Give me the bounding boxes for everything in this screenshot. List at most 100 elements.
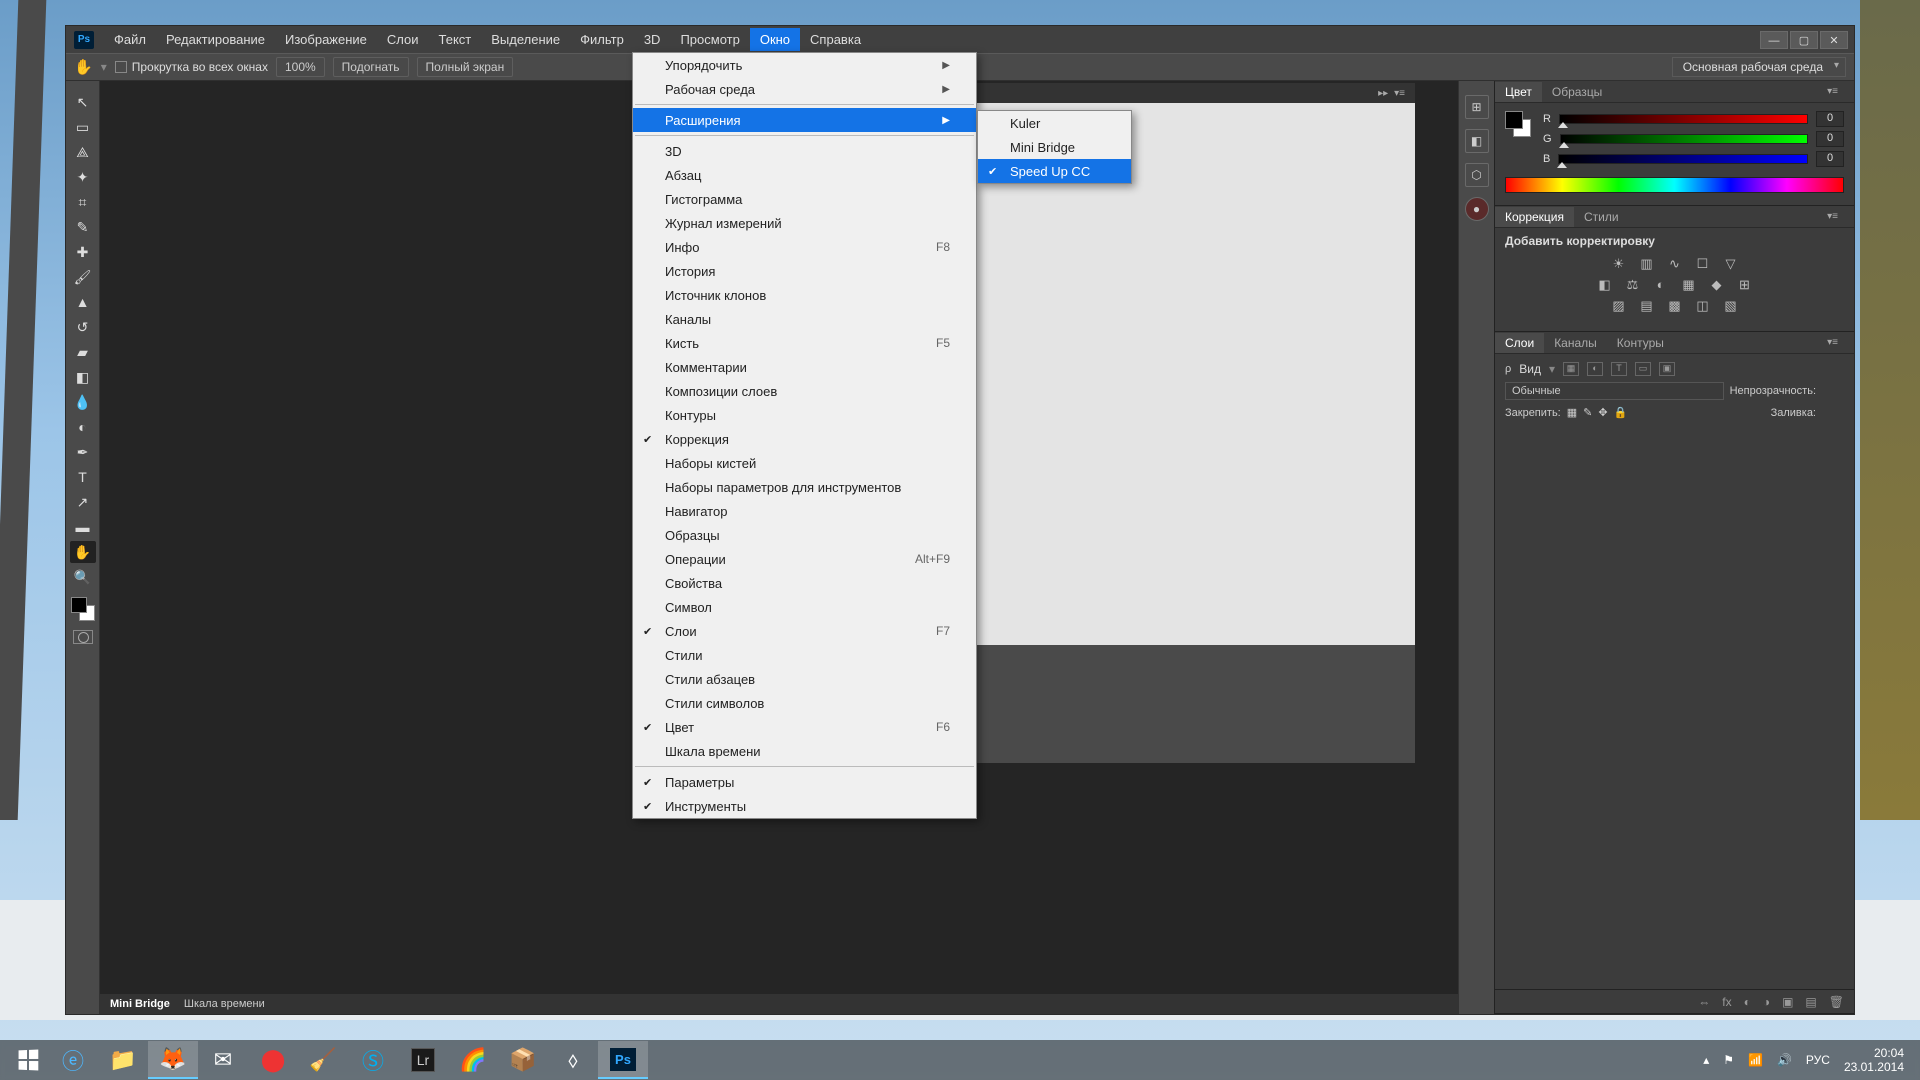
menuitem-Расширения[interactable]: Расширения▶: [633, 108, 976, 132]
adj-vibrance-icon[interactable]: ▽: [1722, 256, 1740, 272]
menuitem-Коррекция[interactable]: Коррекция: [633, 427, 976, 451]
tab-styles[interactable]: Стили: [1574, 207, 1629, 227]
filter-type-icon[interactable]: T: [1611, 362, 1627, 376]
menu-изображение[interactable]: Изображение: [275, 28, 377, 51]
menuitem-Наборы параметров для инструментов[interactable]: Наборы параметров для инструментов: [633, 475, 976, 499]
r-slider[interactable]: [1559, 114, 1808, 124]
r-value[interactable]: 0: [1816, 111, 1844, 127]
type-tool[interactable]: T: [70, 466, 96, 488]
panel-menu-icon[interactable]: ▾≡: [1817, 334, 1848, 351]
menuitem-Комментарии[interactable]: Комментарии: [633, 355, 976, 379]
fit-button[interactable]: Подогнать: [333, 57, 409, 77]
rail-icon-3[interactable]: ⬡: [1465, 163, 1489, 187]
filter-pixel-icon[interactable]: ▦: [1563, 362, 1579, 376]
zoom-tool[interactable]: 🔍: [70, 566, 96, 588]
scroll-all-checkbox[interactable]: Прокрутка во всех окнах: [115, 60, 268, 74]
thunderbird-icon[interactable]: ✉: [198, 1041, 248, 1079]
menuitem-Кисть[interactable]: КистьF5: [633, 331, 976, 355]
menu-просмотр[interactable]: Просмотр: [670, 28, 749, 51]
filter-smart-icon[interactable]: ▣: [1659, 362, 1675, 376]
minimize-button[interactable]: —: [1760, 31, 1788, 49]
move-tool[interactable]: ↖: [70, 91, 96, 113]
ccleaner-icon[interactable]: 🧹: [298, 1041, 348, 1079]
eyedropper-tool[interactable]: ✎: [70, 216, 96, 238]
hue-ramp[interactable]: [1505, 177, 1844, 193]
menu-фильтр[interactable]: Фильтр: [570, 28, 634, 51]
menuitem-Цвет[interactable]: ЦветF6: [633, 715, 976, 739]
shape-tool[interactable]: ▬: [70, 516, 96, 538]
nero-icon[interactable]: ⬤: [248, 1041, 298, 1079]
flag-icon[interactable]: ⚑: [1723, 1053, 1734, 1067]
eraser-tool[interactable]: ▰: [70, 341, 96, 363]
panel-menu-icon[interactable]: ▾≡: [1394, 88, 1405, 99]
menu-окно[interactable]: Окно: [750, 28, 800, 51]
menuitem-Наборы кистей[interactable]: Наборы кистей: [633, 451, 976, 475]
menuitem-Гистограмма[interactable]: Гистограмма: [633, 187, 976, 211]
adj-curves-icon[interactable]: ∿: [1666, 256, 1684, 272]
menuitem-Символ[interactable]: Символ: [633, 595, 976, 619]
menuitem-Свойства[interactable]: Свойства: [633, 571, 976, 595]
menuitem-Упорядочить[interactable]: Упорядочить▶: [633, 53, 976, 77]
ie-icon[interactable]: ⓔ: [48, 1041, 98, 1079]
menuitem-Навигатор[interactable]: Навигатор: [633, 499, 976, 523]
g-value[interactable]: 0: [1816, 131, 1844, 147]
menuitem-История[interactable]: История: [633, 259, 976, 283]
menu-слои[interactable]: Слои: [377, 28, 429, 51]
filter-shape-icon[interactable]: ▭: [1635, 362, 1651, 376]
tab-minibridge[interactable]: Mini Bridge: [110, 998, 170, 1010]
panel-menu-icon[interactable]: ▾≡: [1817, 208, 1848, 225]
tray-up-icon[interactable]: ▴: [1703, 1053, 1709, 1067]
menuitem-Контуры[interactable]: Контуры: [633, 403, 976, 427]
lock-pixels-icon[interactable]: ▦: [1567, 406, 1577, 419]
menuitem-Композиции слоев[interactable]: Композиции слоев: [633, 379, 976, 403]
adj-poster-icon[interactable]: ▤: [1638, 298, 1656, 314]
firefox-icon[interactable]: 🦊: [148, 1041, 198, 1079]
network-icon[interactable]: 📶: [1748, 1053, 1763, 1067]
adj-thresh-icon[interactable]: ▩: [1666, 298, 1684, 314]
submenu-Speed Up CC[interactable]: Speed Up CC: [978, 159, 1131, 183]
g-slider[interactable]: [1560, 134, 1808, 144]
lock-position-icon[interactable]: ✥: [1598, 406, 1607, 419]
lock-paint-icon[interactable]: ✎: [1583, 406, 1592, 419]
adj-hue-icon[interactable]: ◧: [1596, 277, 1614, 293]
adj-invert-icon[interactable]: ▨: [1610, 298, 1628, 314]
blur-tool[interactable]: 💧: [70, 391, 96, 413]
adjlayer-icon[interactable]: ◑: [1763, 995, 1770, 1009]
menuitem-Стили символов[interactable]: Стили символов: [633, 691, 976, 715]
panel-menu-icon[interactable]: ▾≡: [1817, 83, 1848, 100]
history-brush-tool[interactable]: ↺: [70, 316, 96, 338]
submenu-Kuler[interactable]: Kuler: [978, 111, 1131, 135]
dodge-tool[interactable]: ◐: [70, 416, 96, 438]
clock[interactable]: 20:0423.01.2014: [1844, 1046, 1904, 1074]
brush-tool[interactable]: 🖌: [70, 266, 96, 288]
color-swatch[interactable]: [71, 597, 95, 621]
adj-levels-icon[interactable]: ▥: [1638, 256, 1656, 272]
adj-lookup-icon[interactable]: ⊞: [1736, 277, 1754, 293]
volume-icon[interactable]: 🔊: [1777, 1053, 1792, 1067]
adj-photo-icon[interactable]: ▦: [1680, 277, 1698, 293]
group-icon[interactable]: ▣: [1782, 995, 1793, 1009]
start-button[interactable]: [8, 1044, 48, 1076]
menu-выделение[interactable]: Выделение: [481, 28, 570, 51]
tab-timeline[interactable]: Шкала времени: [184, 998, 265, 1010]
menu-файл[interactable]: Файл: [104, 28, 156, 51]
menuitem-Стили[interactable]: Стили: [633, 643, 976, 667]
panel-color-swatch[interactable]: [1505, 111, 1531, 137]
menuitem-Рабочая среда[interactable]: Рабочая среда▶: [633, 77, 976, 101]
app-icon-3[interactable]: ⬨: [548, 1041, 598, 1079]
app-icon-1[interactable]: 🌈: [448, 1041, 498, 1079]
mask-icon[interactable]: ◐: [1744, 995, 1751, 1009]
heal-tool[interactable]: ✚: [70, 241, 96, 263]
full-button[interactable]: Полный экран: [417, 57, 514, 77]
menuitem-Параметры[interactable]: Параметры: [633, 770, 976, 794]
blend-mode-dropdown[interactable]: Обычные: [1505, 382, 1724, 400]
adj-bw-icon[interactable]: ◐: [1652, 277, 1670, 293]
menu-редактирование[interactable]: Редактирование: [156, 28, 275, 51]
adj-gmap-icon[interactable]: ◫: [1694, 298, 1712, 314]
kind-label[interactable]: Вид: [1519, 362, 1541, 376]
menuitem-Источник клонов[interactable]: Источник клонов: [633, 283, 976, 307]
submenu-Mini Bridge[interactable]: Mini Bridge: [978, 135, 1131, 159]
menu-3d[interactable]: 3D: [634, 28, 671, 51]
rail-icon-1[interactable]: ⊞: [1465, 95, 1489, 119]
workspace-dropdown[interactable]: Основная рабочая среда: [1672, 57, 1846, 77]
